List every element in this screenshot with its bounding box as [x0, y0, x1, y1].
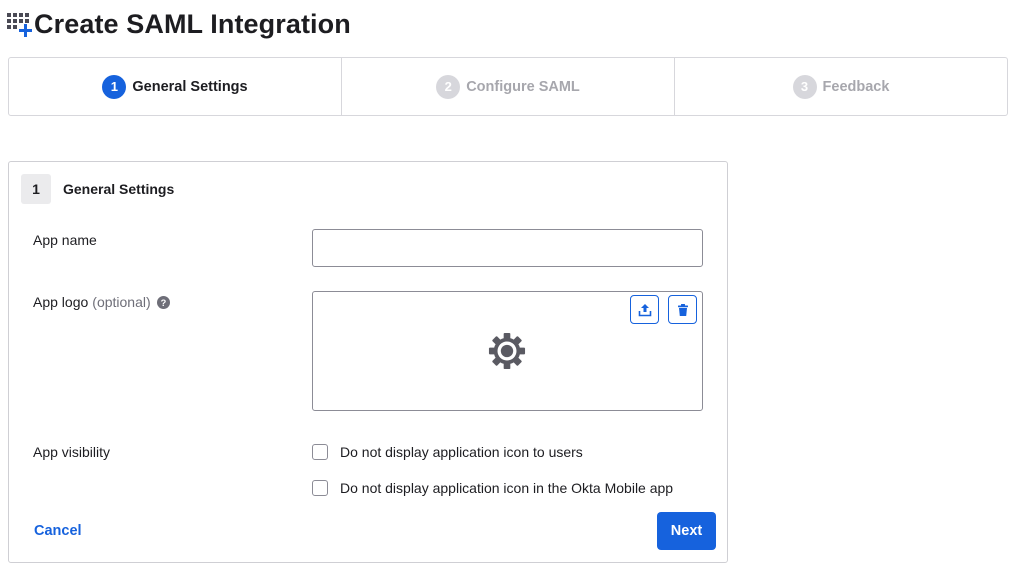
hide-icon-mobile-checkbox[interactable] — [312, 480, 328, 496]
step-number-badge: 2 — [436, 74, 461, 99]
general-settings-panel: 1 General Settings App name App logo (op… — [8, 161, 728, 563]
app-visibility-label: App visibility — [33, 444, 111, 460]
checkbox-label: Do not display application icon to users — [340, 444, 583, 460]
wizard-stepper: 1 General Settings 2 Configure SAML 3 Fe… — [8, 57, 1008, 116]
hide-icon-users-checkbox[interactable] — [312, 444, 328, 460]
page-header: Create SAML Integration — [7, 6, 351, 42]
optional-text: (optional) — [92, 294, 151, 310]
hide-icon-users-option[interactable]: Do not display application icon to users — [312, 444, 583, 460]
app-logo-dropzone[interactable] — [312, 291, 703, 411]
section-title: General Settings — [63, 181, 175, 197]
upload-logo-button[interactable] — [630, 295, 659, 324]
app-name-input[interactable] — [312, 229, 703, 267]
upload-icon — [638, 303, 651, 316]
cancel-button[interactable]: Cancel — [34, 523, 82, 539]
step-label: Configure SAML — [466, 78, 580, 95]
app-logo-label: App logo — [33, 294, 89, 310]
trash-icon — [677, 303, 688, 316]
app-logo-label-group: App logo (optional) ? — [33, 294, 170, 310]
step-configure-saml[interactable]: 2 Configure SAML — [341, 58, 674, 115]
next-button[interactable]: Next — [657, 512, 716, 550]
app-name-label: App name — [33, 232, 97, 248]
step-label: General Settings — [132, 78, 248, 95]
gear-icon — [488, 332, 526, 370]
step-feedback[interactable]: 3 Feedback — [674, 58, 1007, 115]
app-grid-add-icon — [7, 13, 32, 37]
question-circle-icon[interactable]: ? — [156, 295, 170, 309]
step-label: Feedback — [822, 78, 890, 95]
checkbox-label: Do not display application icon in the O… — [340, 480, 674, 496]
delete-logo-button[interactable] — [668, 295, 697, 324]
page-title: Create SAML Integration — [34, 8, 351, 39]
svg-text:?: ? — [160, 297, 166, 307]
step-number-badge: 1 — [102, 74, 127, 99]
step-general-settings[interactable]: 1 General Settings — [9, 58, 341, 115]
section-number-badge: 1 — [21, 174, 51, 204]
section-header: 1 General Settings — [21, 174, 174, 204]
hide-icon-mobile-option[interactable]: Do not display application icon in the O… — [312, 480, 673, 496]
step-number-badge: 3 — [792, 74, 817, 99]
